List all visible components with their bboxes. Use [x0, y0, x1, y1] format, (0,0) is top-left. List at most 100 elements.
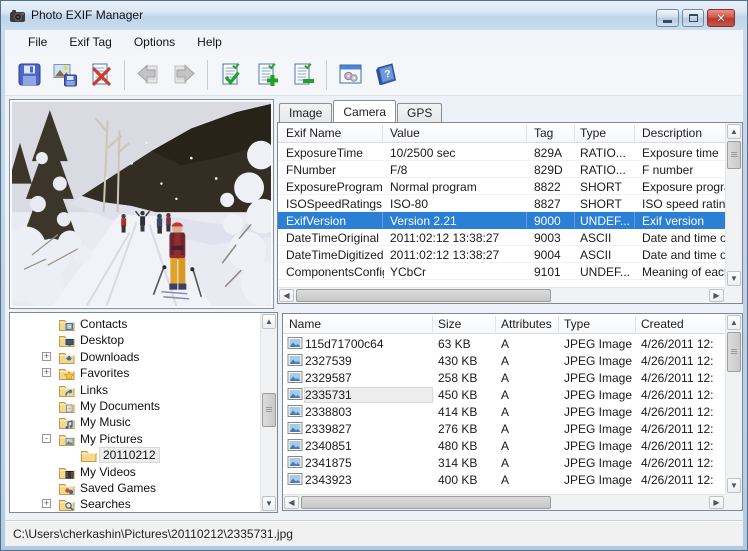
scroll-left-arrow[interactable]: ◀ [284, 496, 299, 509]
scrollbar-corner [725, 287, 742, 303]
tree-vertical-scrollbar[interactable]: ▲ ▼ [260, 313, 277, 512]
status-bar: C:\Users\cherkashin\Pictures\20110212\23… [5, 520, 743, 546]
file-row-2341875[interactable]: 2341875314 KBAJPEG Image4/26/2011 12: [283, 454, 725, 471]
column-header-tag[interactable]: Tag [534, 126, 553, 140]
exif-row-isospeedratings[interactable]: ISOSpeedRatingsISO-808827SHORTISO speed … [278, 195, 725, 212]
column-header-attributes[interactable]: Attributes [501, 317, 552, 331]
tree-item-contacts[interactable]: Contacts [10, 316, 260, 332]
tree-item-my-documents[interactable]: My Documents [10, 398, 260, 414]
file-row-2343923[interactable]: 2343923400 KBAJPEG Image4/26/2011 12: [283, 471, 725, 488]
menu-item-options[interactable]: Options [123, 32, 186, 52]
tree-item-favorites[interactable]: +Favorites [10, 365, 260, 381]
cell-attributes: A [501, 456, 558, 470]
menu-item-help[interactable]: Help [186, 32, 233, 52]
menu-item-exif-tag[interactable]: Exif Tag [58, 32, 122, 52]
help-book-icon: ? [373, 61, 400, 88]
tab-image[interactable]: Image [279, 103, 332, 122]
remove-exif-tag-button[interactable] [285, 57, 321, 93]
add-exif-tag-button[interactable] [249, 57, 285, 93]
tree-item-searches[interactable]: +Searches [10, 496, 260, 512]
menu-item-file[interactable]: File [17, 32, 58, 52]
expand-icon[interactable]: + [42, 499, 51, 508]
searches-folder-icon [58, 496, 75, 511]
column-header-size[interactable]: Size [438, 317, 461, 331]
help-button[interactable]: ? [368, 57, 404, 93]
scroll-left-arrow[interactable]: ◀ [279, 289, 294, 302]
column-header-type[interactable]: Type [580, 126, 606, 140]
save-button[interactable] [11, 57, 47, 93]
scroll-down-arrow[interactable]: ▼ [262, 496, 276, 511]
column-header-name[interactable]: Name [289, 317, 321, 331]
cell-name: 2339827 [305, 422, 432, 436]
tree-item-desktop[interactable]: Desktop [10, 332, 260, 348]
scroll-thumb[interactable] [727, 141, 741, 169]
cell-name: ExposureTime [286, 146, 384, 160]
cell-description: Exposure time [642, 146, 725, 160]
exif-row-exposuretime[interactable]: ExposureTime10/2500 sec829ARATIO...Expos… [278, 144, 725, 161]
cell-created: 4/26/2011 12: [641, 354, 725, 368]
image-file-icon [287, 472, 303, 486]
column-separator [635, 316, 636, 332]
scroll-thumb[interactable] [262, 393, 276, 427]
close-button[interactable]: ✕ [707, 9, 735, 27]
column-header-exif-name[interactable]: Exif Name [286, 126, 341, 140]
tree-item-20110212[interactable]: 20110212 [10, 447, 260, 463]
tree-item-saved-games[interactable]: Saved Games [10, 480, 260, 496]
file-row-2327539[interactable]: 2327539430 KBAJPEG Image4/26/2011 12: [283, 352, 725, 369]
exif-row-exposureprogram[interactable]: ExposureProgramNormal program8822SHORTEx… [278, 178, 725, 195]
collapse-icon[interactable]: - [42, 434, 51, 443]
exif-horizontal-scrollbar[interactable]: ◀ ▶ [278, 287, 725, 303]
file-row-2338803[interactable]: 2338803414 KBAJPEG Image4/26/2011 12: [283, 403, 725, 420]
tree-item-links[interactable]: Links [10, 382, 260, 398]
column-header-created[interactable]: Created [641, 317, 684, 331]
music-folder-icon [58, 414, 75, 429]
scroll-down-arrow[interactable]: ▼ [727, 478, 741, 493]
file-row-2340851[interactable]: 2340851480 KBAJPEG Image4/26/2011 12: [283, 437, 725, 454]
file-horizontal-scrollbar[interactable]: ◀ ▶ [283, 494, 725, 510]
cell-description: Exposure progra [642, 180, 725, 194]
scroll-up-arrow[interactable]: ▲ [727, 315, 741, 330]
exif-row-exifversion[interactable]: ExifVersionVersion 2.219000UNDEF...Exif … [278, 212, 725, 229]
cell-created: 4/26/2011 12: [641, 371, 725, 385]
column-header-type[interactable]: Type [564, 317, 590, 331]
scroll-up-arrow[interactable]: ▲ [727, 124, 741, 139]
tree-item-label: Contacts [77, 317, 130, 331]
cell-description: Date and time of [642, 248, 725, 262]
exif-row-datetimedigitized[interactable]: DateTimeDigitized2011:02:12 13:38:279004… [278, 246, 725, 263]
scroll-thumb[interactable] [301, 496, 551, 509]
scroll-right-arrow[interactable]: ▶ [709, 496, 724, 509]
scroll-up-arrow[interactable]: ▲ [262, 314, 276, 329]
minimize-button[interactable] [656, 9, 679, 27]
file-row-2335731[interactable]: 2335731450 KBAJPEG Image4/26/2011 12: [283, 386, 725, 403]
save-image-button[interactable] [47, 57, 83, 93]
tab-gps[interactable]: GPS [397, 103, 442, 122]
tab-camera[interactable]: Camera [333, 100, 396, 122]
tree-item-downloads[interactable]: +Downloads [10, 349, 260, 365]
maximize-button[interactable] [682, 9, 704, 27]
scroll-thumb[interactable] [727, 332, 741, 372]
cell-type: JPEG Image [564, 371, 635, 385]
tree-item-my-music[interactable]: My Music [10, 414, 260, 430]
clear-list-button[interactable] [83, 57, 119, 93]
scroll-thumb[interactable] [296, 289, 551, 302]
exif-vertical-scrollbar[interactable]: ▲ ▼ [725, 123, 742, 287]
column-header-description[interactable]: Description [642, 126, 702, 140]
expand-icon[interactable]: + [42, 352, 51, 361]
exif-row-fnumber[interactable]: FNumberF/8829DRATIO...F number [278, 161, 725, 178]
apply-exif-list-button[interactable] [213, 57, 249, 93]
tree-item-my-pictures[interactable]: -My Pictures [10, 431, 260, 447]
tree-item-my-videos[interactable]: My Videos [10, 464, 260, 480]
expand-icon[interactable]: + [42, 368, 51, 377]
file-list: Name Size Attributes Type Created 115d71700c… [282, 313, 743, 511]
column-header-value[interactable]: Value [390, 126, 420, 140]
exif-row-datetimeoriginal[interactable]: DateTimeOriginal2011:02:12 13:38:279003A… [278, 229, 725, 246]
options-dialog-button[interactable] [332, 57, 368, 93]
file-row-115d71700c64[interactable]: 115d71700c6463 KBAJPEG Image4/26/2011 12… [283, 335, 725, 352]
scroll-right-arrow[interactable]: ▶ [709, 289, 724, 302]
scroll-down-arrow[interactable]: ▼ [727, 271, 741, 286]
save-image-icon [52, 61, 79, 88]
file-row-2329587[interactable]: 2329587258 KBAJPEG Image4/26/2011 12: [283, 369, 725, 386]
file-vertical-scrollbar[interactable]: ▲ ▼ [725, 314, 742, 494]
exif-row-componentsconfig[interactable]: ComponentsConfig...YCbCr9101UNDEF...Mean… [278, 263, 725, 280]
file-row-2339827[interactable]: 2339827276 KBAJPEG Image4/26/2011 12: [283, 420, 725, 437]
